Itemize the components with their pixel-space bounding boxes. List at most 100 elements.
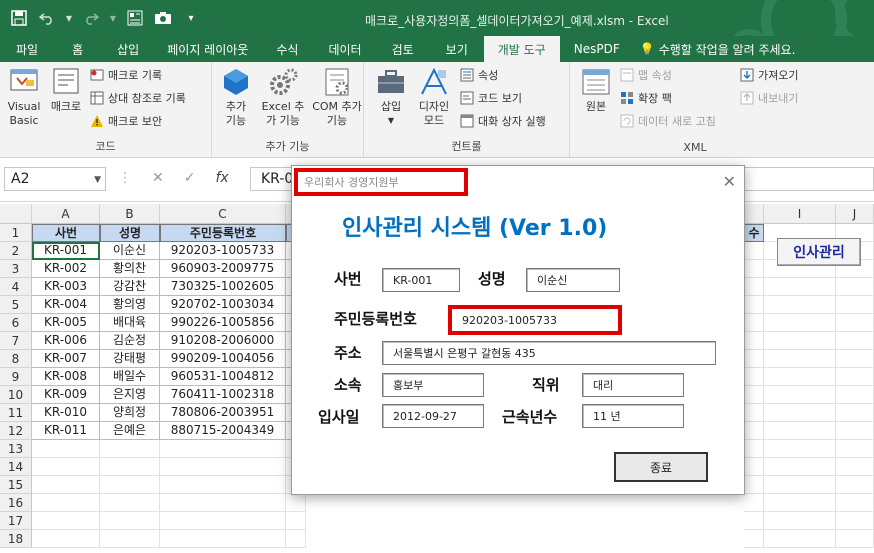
row-header[interactable]: 13	[0, 440, 32, 458]
select-all-corner[interactable]	[0, 204, 32, 224]
column-header[interactable]: C	[160, 204, 286, 224]
row-header[interactable]: 16	[0, 494, 32, 512]
empty-cell[interactable]	[744, 458, 764, 476]
hr-management-button[interactable]: 인사관리	[777, 238, 861, 266]
emp-no-field[interactable]: KR-001	[382, 268, 460, 292]
table-cell[interactable]: 990209-1004056	[160, 350, 286, 368]
empty-cell[interactable]	[836, 494, 874, 512]
row-header[interactable]: 12	[0, 422, 32, 440]
row-header[interactable]: 18	[0, 530, 32, 548]
empty-cell[interactable]	[836, 530, 874, 548]
tab-file[interactable]: 파일	[0, 36, 54, 62]
empty-cell[interactable]	[836, 278, 874, 296]
empty-cell[interactable]	[836, 386, 874, 404]
table-cell[interactable]: 강감찬	[100, 278, 160, 296]
empty-cell[interactable]	[764, 368, 836, 386]
tab-data[interactable]: 데이터	[314, 36, 375, 62]
empty-cell[interactable]	[160, 512, 286, 530]
camera-icon[interactable]	[152, 8, 174, 28]
column-header[interactable]: B	[100, 204, 160, 224]
chevron-down-icon[interactable]: ▼	[94, 175, 101, 185]
refresh-data-button[interactable]: 데이터 새로 고침	[620, 112, 716, 130]
empty-cell[interactable]	[744, 530, 764, 548]
table-cell[interactable]: KR-011	[32, 422, 100, 440]
table-cell[interactable]: KR-001	[32, 242, 100, 260]
record-macro-button[interactable]: 매크로 기록	[90, 66, 162, 84]
row-header[interactable]: 14	[0, 458, 32, 476]
empty-cell[interactable]	[744, 476, 764, 494]
table-cell[interactable]: 880715-2004349	[160, 422, 286, 440]
table-cell[interactable]: KR-009	[32, 386, 100, 404]
address-field[interactable]: 서울특별시 은평구 갈현동 435	[382, 341, 716, 365]
table-cell[interactable]: 황의찬	[100, 260, 160, 278]
tab-view[interactable]: 보기	[430, 36, 484, 62]
empty-cell[interactable]	[744, 350, 764, 368]
empty-cell[interactable]	[32, 476, 100, 494]
row-header[interactable]: 5	[0, 296, 32, 314]
empty-cell[interactable]	[32, 440, 100, 458]
dept-field[interactable]: 홍보부	[382, 373, 484, 397]
empty-cell[interactable]	[836, 458, 874, 476]
empty-cell[interactable]	[764, 386, 836, 404]
table-cell[interactable]: 이순신	[100, 242, 160, 260]
save-icon[interactable]	[8, 8, 30, 28]
empty-cell[interactable]	[160, 530, 286, 548]
xml-export-button[interactable]: 내보내기	[740, 89, 798, 107]
table-cell[interactable]: 배일수	[100, 368, 160, 386]
empty-cell[interactable]	[744, 512, 764, 530]
empty-cell[interactable]	[764, 350, 836, 368]
table-cell[interactable]: 960531-1004812	[160, 368, 286, 386]
empty-cell[interactable]	[100, 494, 160, 512]
empty-cell[interactable]	[764, 440, 836, 458]
empty-cell[interactable]	[836, 368, 874, 386]
excel-addin-button[interactable]: Excel 추가 기능	[258, 66, 308, 128]
empty-cell[interactable]	[160, 440, 286, 458]
table-cell[interactable]: KR-005	[32, 314, 100, 332]
empty-cell[interactable]	[160, 494, 286, 512]
empty-cell[interactable]	[744, 368, 764, 386]
empty-cell[interactable]	[836, 350, 874, 368]
table-cell[interactable]: KR-010	[32, 404, 100, 422]
table-cell[interactable]: 920702-1003034	[160, 296, 286, 314]
column-header[interactable]: J	[836, 204, 874, 224]
tab-insert[interactable]: 삽입	[101, 36, 155, 62]
tab-formulas[interactable]: 수식	[260, 36, 314, 62]
table-cell[interactable]: KR-006	[32, 332, 100, 350]
empty-cell[interactable]	[744, 440, 764, 458]
com-addin-button[interactable]: COM 추가 기능	[312, 66, 362, 128]
empty-cell[interactable]	[744, 260, 764, 278]
empty-cell[interactable]	[100, 476, 160, 494]
xml-import-button[interactable]: 가져오기	[740, 66, 798, 84]
table-cell[interactable]: 760411-1002318	[160, 386, 286, 404]
empty-cell[interactable]	[286, 494, 306, 512]
empty-cell[interactable]	[744, 296, 764, 314]
empty-cell[interactable]	[100, 512, 160, 530]
tab-nespdf[interactable]: NesPDF	[560, 36, 634, 62]
position-field[interactable]: 대리	[582, 373, 684, 397]
name-field[interactable]: 이순신	[526, 268, 620, 292]
empty-cell[interactable]	[764, 314, 836, 332]
empty-cell[interactable]	[836, 512, 874, 530]
tab-home[interactable]: 홈	[54, 36, 101, 62]
map-properties-button[interactable]: 맵 속성	[620, 66, 672, 84]
table-cell[interactable]: KR-003	[32, 278, 100, 296]
empty-cell[interactable]	[286, 512, 306, 530]
tab-review[interactable]: 검토	[376, 36, 430, 62]
row-header[interactable]: 11	[0, 404, 32, 422]
empty-cell[interactable]	[744, 404, 764, 422]
column-header[interactable]: I	[764, 204, 836, 224]
empty-cell[interactable]	[836, 332, 874, 350]
tell-me-search[interactable]: 💡 수행할 작업을 알려 주세요.	[634, 36, 802, 62]
row-header[interactable]: 1	[0, 224, 32, 242]
properties-button[interactable]: 속성	[460, 66, 498, 84]
table-cell[interactable]: KR-008	[32, 368, 100, 386]
empty-cell[interactable]	[764, 404, 836, 422]
empty-cell[interactable]	[764, 458, 836, 476]
row-header[interactable]: 4	[0, 278, 32, 296]
run-dialog-button[interactable]: 대화 상자 실행	[460, 112, 546, 130]
row-header[interactable]: 6	[0, 314, 32, 332]
empty-cell[interactable]	[764, 422, 836, 440]
empty-cell[interactable]	[32, 458, 100, 476]
rrn-field[interactable]: 920203-1005733	[448, 305, 622, 335]
empty-cell[interactable]	[836, 296, 874, 314]
